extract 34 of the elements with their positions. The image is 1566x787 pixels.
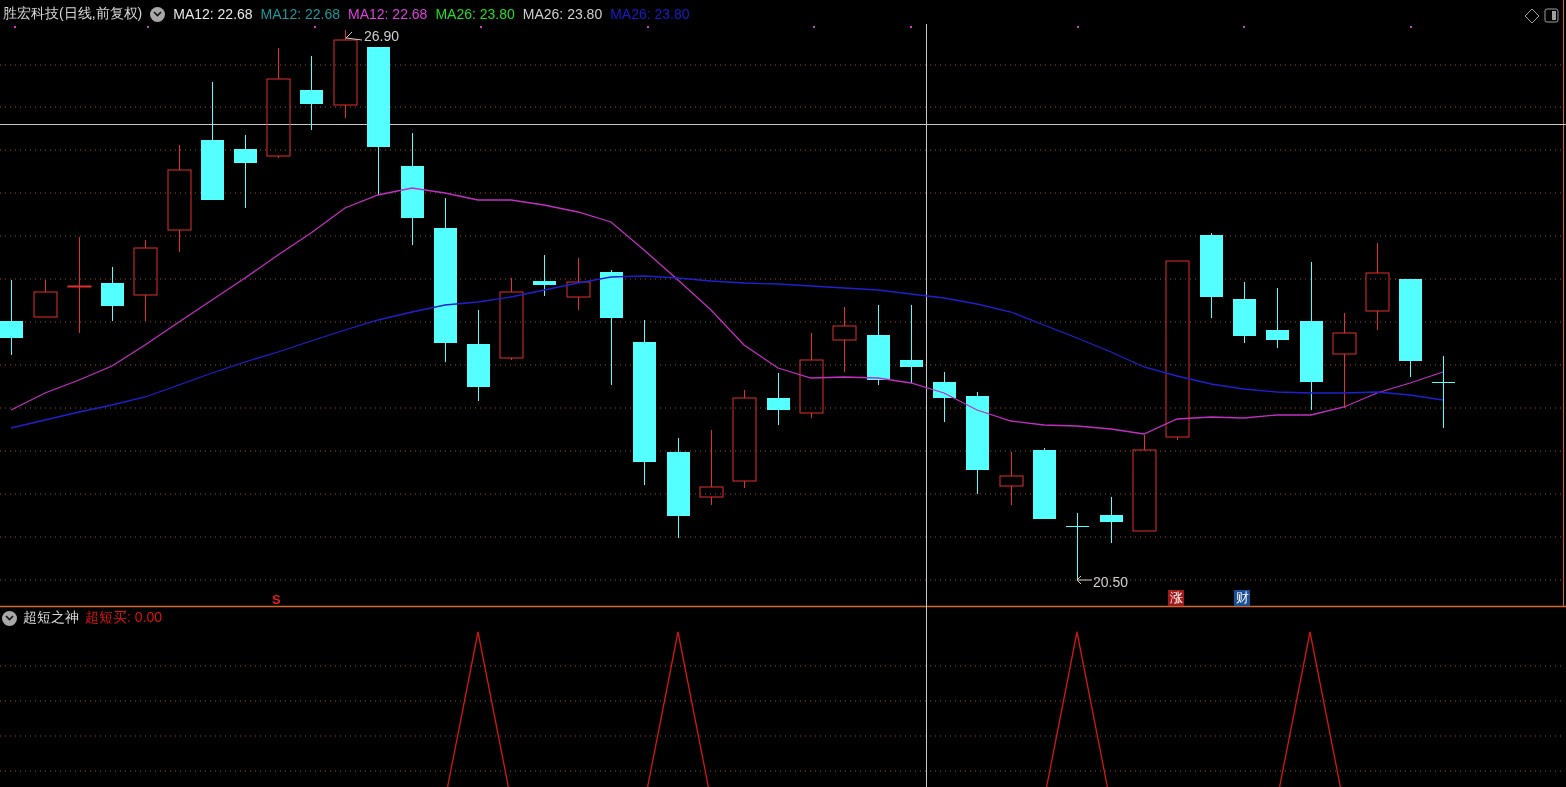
candlestick	[1100, 496, 1123, 544]
candlestick	[999, 451, 1024, 506]
candlestick	[933, 371, 956, 423]
panel-toggle-icon[interactable]	[1544, 8, 1559, 23]
collapse-button[interactable]	[2, 610, 17, 626]
indicator-value: 超短买: 0.00	[85, 609, 163, 627]
indicator-title: 超短之神	[23, 609, 79, 627]
event-tag[interactable]: 涨	[1168, 590, 1184, 606]
high-price-label: 26.90	[364, 28, 400, 44]
pointer-arrow-icon	[345, 31, 363, 41]
candlestick	[767, 372, 790, 426]
indicator-value: MA26: 23.80	[610, 6, 690, 22]
candlestick	[1266, 287, 1289, 349]
candlestick	[533, 254, 556, 297]
diamond-icon[interactable]	[1524, 8, 1540, 24]
candlestick	[1233, 281, 1256, 344]
chevron-down-icon	[153, 11, 163, 17]
candlestick	[101, 266, 124, 322]
candlestick	[832, 306, 857, 373]
stock-title: 胜宏科技(日线,前复权)	[3, 5, 143, 23]
indicator-value: MA12: 22.68	[260, 6, 340, 22]
event-tag[interactable]: 财	[1234, 590, 1250, 606]
candlestick	[566, 257, 591, 311]
indicator-value: MA12: 22.68	[348, 6, 428, 22]
candlestick	[33, 279, 58, 318]
collapse-button[interactable]	[150, 6, 166, 22]
pointer-arrow-icon	[1076, 575, 1093, 585]
candlestick	[1066, 512, 1089, 581]
indicator-value: MA26: 23.80	[522, 6, 603, 22]
low-price-label: 20.50	[1093, 574, 1129, 590]
indicator-value: MA26: 23.80	[435, 6, 515, 22]
indicator-value: MA12: 22.68	[173, 6, 253, 22]
buy-signal-marker: S	[272, 592, 281, 607]
chevron-down-icon	[5, 615, 14, 621]
